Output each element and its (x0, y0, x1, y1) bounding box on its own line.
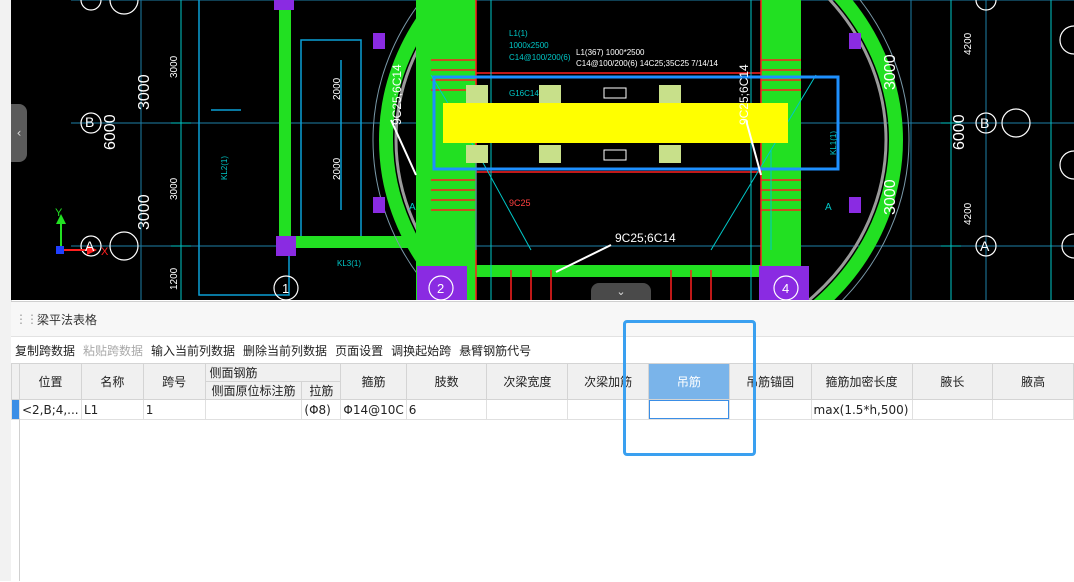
annotation-kl2: KL2(1) (220, 156, 229, 180)
dim-2000-bottom: 2000 (332, 157, 343, 180)
dim-3000-bottom-right: 3000 (882, 179, 899, 215)
col-header-side-original[interactable]: 侧面原位标注筋 (204, 381, 303, 400)
ucs-x-label: X (101, 246, 109, 258)
col-header-haunch-height[interactable]: 腋高 (992, 363, 1074, 400)
column-marker-4: 4 (782, 281, 789, 296)
drag-handle-icon[interactable]: ⋮⋮ (15, 312, 38, 326)
page-setup-button[interactable]: 页面设置 (335, 342, 383, 359)
annotation-kl3: KL3(1) (337, 259, 361, 268)
dim-4200-bottom: 4200 (963, 202, 974, 225)
col-header-haunch-length[interactable]: 腋长 (911, 363, 994, 400)
annotation-9c25-left: 9C25;6C14 (390, 64, 404, 125)
cell-haunch-length[interactable] (911, 399, 994, 420)
dim-3000-bottom-left: 3000 (136, 194, 153, 230)
axis-label-b-right: B (980, 115, 989, 131)
col-header-hanger[interactable]: 吊筋 (648, 363, 730, 400)
collapse-left-button[interactable]: ‹ (11, 104, 27, 162)
dim-6000-left: 6000 (102, 114, 119, 150)
dim-3000-small-bottom: 3000 (169, 177, 180, 200)
dim-3000-top-right: 3000 (882, 54, 899, 90)
annotation-l1-stirrup: C14@100/200(6) (509, 53, 571, 62)
annotation-kl1: KL1(1) (829, 131, 838, 155)
col-header-sub-add[interactable]: 次梁加筋 (567, 363, 650, 400)
row-marker[interactable] (11, 399, 20, 420)
copy-span-data-button[interactable]: 复制跨数据 (15, 342, 75, 359)
axis-label-b-left: B (85, 114, 94, 130)
cell-name[interactable]: L1 (80, 399, 144, 420)
cell-tie[interactable]: (Φ8) (301, 399, 342, 420)
cell-haunch-height[interactable] (992, 399, 1074, 420)
beam-data-grid: 位置 名称 跨号 侧面钢筋 箍筋 肢数 次梁宽度 次梁加筋 吊筋 吊筋锚固 箍筋… (11, 363, 1074, 420)
annotation-a-left: A (409, 202, 416, 213)
cell-sub-add[interactable] (567, 399, 650, 420)
cell-hanger-anchor[interactable] (728, 399, 812, 420)
delete-column-data-button[interactable]: 删除当前列数据 (243, 342, 327, 359)
cell-stirrup[interactable]: Φ14@10C (340, 399, 407, 420)
annotation-g16: G16C14 (509, 89, 539, 98)
col-header-span[interactable]: 跨号 (142, 363, 206, 400)
cell-dense-length[interactable]: max(1.5*h,500) (810, 399, 913, 420)
col-header-sub-width[interactable]: 次梁宽度 (486, 363, 569, 400)
cantilever-rebar-code-button[interactable]: 悬臂钢筋代号 (459, 342, 531, 359)
column-marker-2: 2 (437, 281, 444, 296)
dim-6000-right: 6000 (951, 114, 968, 150)
annotation-l1: L1(1) (509, 29, 528, 38)
beam-table-panel: ⋮⋮ 梁平法表格 复制跨数据 粘贴跨数据 输入当前列数据 删除当前列数据 页面设… (11, 301, 1074, 582)
dim-4200-top: 4200 (963, 32, 974, 55)
col-header-stirrup[interactable]: 箍筋 (340, 363, 407, 400)
cell-legs[interactable]: 6 (405, 399, 488, 420)
col-header-position[interactable]: 位置 (18, 363, 82, 400)
col-header-tie[interactable]: 拉筋 (301, 381, 342, 400)
panel-title: 梁平法表格 (37, 312, 98, 327)
paste-span-data-button[interactable]: 粘贴跨数据 (83, 342, 143, 359)
annotation-9c25-bottom: 9C25;6C14 (615, 231, 676, 245)
annotation-l1-size: 1000x2500 (509, 41, 549, 50)
col-header-side-group[interactable]: 侧面钢筋 (204, 363, 342, 382)
dim-3000-top-left: 3000 (136, 74, 153, 110)
axis-label-a-left: A (85, 238, 95, 254)
collapse-bottom-button[interactable]: ⌄ (591, 283, 651, 300)
dim-3000-small-top: 3000 (169, 55, 180, 78)
cell-side-original[interactable] (204, 399, 303, 420)
cad-viewport[interactable]: B A B A 1 2 4 Y X 9C25;6C14 L1(367) 1000… (11, 0, 1074, 300)
table-row[interactable]: <2,B;4,... L1 1 (Φ8) Φ14@10C 6 max(1.5*h… (11, 399, 1074, 420)
chevron-down-icon: ⌄ (616, 285, 626, 298)
cell-hanger[interactable] (648, 399, 730, 420)
axis-label-a-right: A (980, 238, 990, 254)
col-header-hanger-anchor[interactable]: 吊筋锚固 (728, 363, 812, 400)
beam-table: 位置 名称 跨号 侧面钢筋 箍筋 肢数 次梁宽度 次梁加筋 吊筋 吊筋锚固 箍筋… (11, 363, 1074, 420)
panel-header: ⋮⋮ 梁平法表格 (11, 302, 1074, 337)
cell-position[interactable]: <2,B;4,... (18, 399, 82, 420)
col-header-name[interactable]: 名称 (80, 363, 144, 400)
col-header-dense-length[interactable]: 箍筋加密长度 (810, 363, 913, 400)
annotation-stirrup-spec: C14@100/200(6) 14C25;35C25 7/14/14 (576, 59, 719, 68)
dim-2000-top: 2000 (332, 77, 343, 100)
dim-1200: 1200 (169, 267, 180, 290)
chevron-left-icon: ‹ (16, 126, 22, 140)
column-marker-1: 1 (282, 281, 289, 296)
cell-span[interactable]: 1 (142, 399, 206, 420)
ucs-y-label: Y (55, 207, 63, 219)
cell-sub-width[interactable] (486, 399, 569, 420)
annotation-a-right: A (825, 202, 832, 213)
annotation-l1-spec: L1(367) 1000*2500 (576, 48, 645, 57)
panel-divider (19, 418, 20, 581)
annotation-9c25: 9C25 (509, 198, 531, 208)
swap-start-span-button[interactable]: 调换起始跨 (391, 342, 451, 359)
toolbar: 复制跨数据 粘贴跨数据 输入当前列数据 删除当前列数据 页面设置 调换起始跨 悬… (11, 337, 1074, 363)
annotation-9c25-right: 9C25;6C14 (737, 64, 751, 125)
cad-drawing[interactable]: B A B A 1 2 4 Y X 9C25;6C14 L1(367) 1000… (11, 0, 1074, 300)
col-header-legs[interactable]: 肢数 (405, 363, 488, 400)
input-column-data-button[interactable]: 输入当前列数据 (151, 342, 235, 359)
row-header-corner (11, 363, 20, 400)
